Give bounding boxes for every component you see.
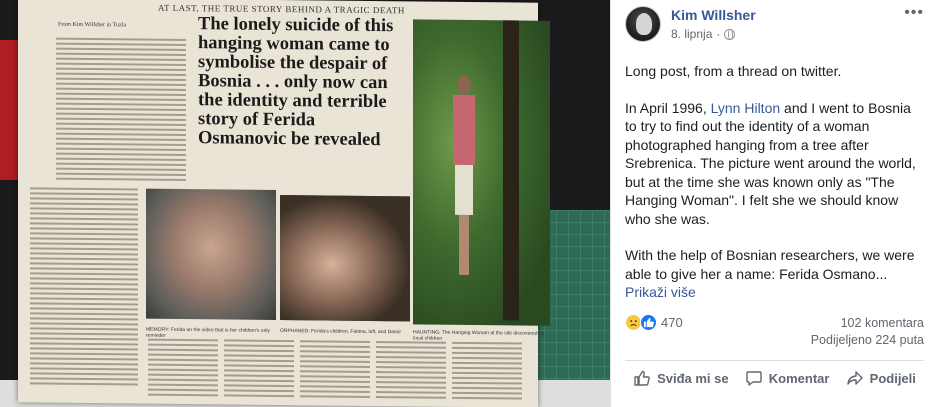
post-actions: Sviđa mi se Komentar Podijeli bbox=[625, 365, 924, 391]
post-paragraph-2: In April 1996, Lynn Hilton and I went to… bbox=[625, 99, 925, 229]
newspaper-banner: AT LAST, THE TRUE STORY BEHIND A TRAGIC … bbox=[158, 2, 405, 16]
post-paragraph-1: Long post, from a thread on twitter. bbox=[625, 63, 842, 79]
figure-silhouette bbox=[453, 74, 475, 276]
divider bbox=[625, 360, 924, 361]
newspaper-byline: From Kim Willsher in Tuzla bbox=[58, 21, 126, 29]
post-text-segment: In April 1996, bbox=[625, 99, 711, 116]
author-name[interactable]: Kim Willsher bbox=[671, 7, 756, 23]
post-text: Long post, from a thread on twitter. In … bbox=[625, 62, 925, 302]
share-label: Podijeli bbox=[869, 370, 916, 386]
caption-middle: ORPHANED: Ferida's children, Fatima, lef… bbox=[280, 328, 401, 336]
hanging-woman-photo bbox=[413, 19, 550, 326]
post-text-segment: and I went to Bosnia to try to find out … bbox=[625, 99, 916, 227]
reactions-summary[interactable]: 470 bbox=[625, 314, 683, 331]
share-icon bbox=[846, 371, 863, 385]
reaction-count: 470 bbox=[661, 315, 683, 330]
tree-trunk bbox=[503, 20, 519, 321]
text-columns-bottom bbox=[148, 338, 522, 403]
globe-icon[interactable] bbox=[724, 28, 736, 40]
share-button[interactable]: Podijeli bbox=[840, 365, 922, 391]
tagged-person-link[interactable]: Lynn Hilton bbox=[711, 100, 781, 116]
newspaper-headline: The lonely suicide of this hanging woman… bbox=[198, 14, 394, 151]
avatar[interactable] bbox=[625, 6, 661, 42]
post-paragraph-3: With the help of Bosnian researchers, we… bbox=[625, 246, 925, 302]
comments-count[interactable]: 102 komentara bbox=[811, 315, 924, 332]
more-options-icon[interactable]: ••• bbox=[904, 4, 924, 22]
shares-count[interactable]: Podijeljeno 224 puta bbox=[811, 332, 924, 349]
post-date[interactable]: 8. lipnja bbox=[671, 27, 712, 41]
woman-portrait-photo bbox=[146, 188, 276, 320]
post-text-segment: With the help of Bosnian researchers, we… bbox=[625, 247, 915, 282]
text-columns-left bbox=[30, 187, 138, 388]
caption-right: HAUNTING: The Hanging Woman at the site … bbox=[413, 329, 545, 342]
comment-button[interactable]: Komentar bbox=[739, 365, 836, 391]
thumbs-up-icon bbox=[634, 370, 650, 386]
newspaper-page: AT LAST, THE TRUE STORY BEHIND A TRAGIC … bbox=[18, 0, 550, 407]
post-panel: Kim Willsher 8. lipnja · ••• Long post, … bbox=[610, 0, 938, 407]
like-label: Sviđa mi se bbox=[657, 370, 729, 386]
see-more-link[interactable]: Prikaži više bbox=[625, 284, 696, 300]
engagement-counts: 102 komentara Podijeljeno 224 puta bbox=[811, 315, 924, 349]
caption-left: MEMORY: Ferida on the video that is her … bbox=[146, 326, 270, 339]
comment-icon bbox=[746, 371, 762, 386]
children-photo bbox=[280, 195, 410, 322]
like-button[interactable]: Sviđa mi se bbox=[627, 365, 735, 391]
text-columns-top bbox=[56, 37, 186, 184]
post-photo[interactable]: AT LAST, THE TRUE STORY BEHIND A TRAGIC … bbox=[0, 0, 610, 407]
post-meta: 8. lipnja · bbox=[671, 27, 736, 41]
comment-label: Komentar bbox=[768, 370, 830, 386]
like-reaction-icon bbox=[640, 314, 657, 331]
